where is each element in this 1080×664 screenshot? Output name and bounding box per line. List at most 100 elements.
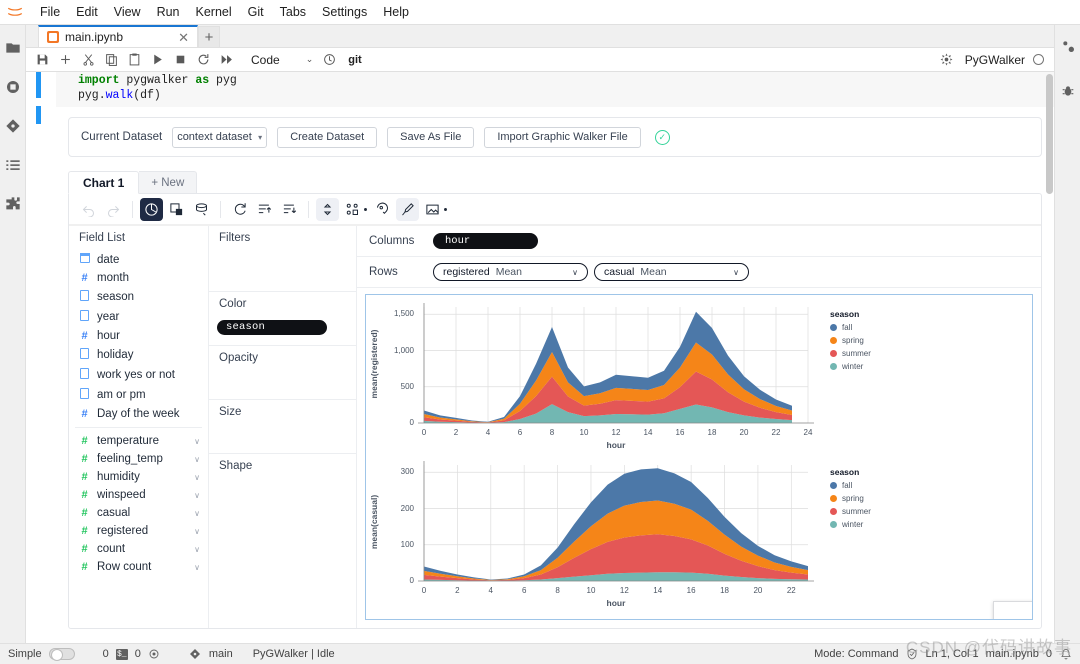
history-icon[interactable] xyxy=(319,50,340,70)
insert-cell-icon[interactable] xyxy=(55,50,76,70)
chevron-down-icon[interactable]: ∨ xyxy=(572,268,578,277)
chevron-down-icon[interactable]: ∨ xyxy=(194,527,200,536)
run-icon[interactable] xyxy=(147,50,168,70)
tab-chart-1[interactable]: Chart 1 xyxy=(68,171,140,194)
menu-kernel[interactable]: Kernel xyxy=(188,3,240,21)
chevron-down-icon[interactable]: ∨ xyxy=(194,563,200,572)
dataset-select[interactable]: context dataset ▾ xyxy=(172,126,268,148)
kernel-status-text[interactable]: PyGWalker | Idle xyxy=(253,648,335,660)
legend-item-winter[interactable]: winter xyxy=(830,520,863,529)
chevron-down-icon[interactable]: ∨ xyxy=(194,545,200,554)
cell-type-select[interactable]: Code ⌄ xyxy=(247,53,317,67)
notebook-scroll-area[interactable]: [2]: import pygwalker as pyg pyg.walk(df… xyxy=(26,72,1054,643)
debugger-icon[interactable] xyxy=(1059,82,1077,100)
git-toolbar-label[interactable]: git xyxy=(344,54,365,66)
close-icon[interactable]: ✕ xyxy=(176,31,191,44)
chart-mode-icon[interactable] xyxy=(140,197,163,221)
save-as-file-button[interactable]: Save As File xyxy=(387,126,475,148)
table-of-contents-icon[interactable] xyxy=(4,156,22,174)
trusted-notebook-icon[interactable] xyxy=(905,648,918,661)
rows-shelf[interactable]: Rows registered Mean ∨ casual Mean ∨ xyxy=(357,257,1041,288)
menu-help[interactable]: Help xyxy=(375,3,417,21)
size-dropzone[interactable] xyxy=(209,423,356,453)
file-browser-icon[interactable] xyxy=(4,39,22,57)
field-casual[interactable]: # casual ∨ xyxy=(69,504,208,522)
field-row-count[interactable]: # Row count ∨ xyxy=(69,558,208,576)
scatter-layout-icon[interactable] xyxy=(341,198,364,221)
resize-mode-icon[interactable] xyxy=(316,197,339,221)
tab-main-ipynb[interactable]: main.ipynb ✕ xyxy=(38,25,198,47)
kernel-status-icon[interactable] xyxy=(1033,54,1044,65)
menu-git[interactable]: Git xyxy=(240,3,272,21)
field-season[interactable]: season xyxy=(69,287,208,307)
menu-file[interactable]: File xyxy=(32,3,68,21)
menu-tabs[interactable]: Tabs xyxy=(272,3,314,21)
git-branch-icon[interactable] xyxy=(189,648,202,661)
restart-kernel-icon[interactable] xyxy=(193,50,214,70)
menu-view[interactable]: View xyxy=(106,3,149,21)
paste-icon[interactable] xyxy=(124,50,145,70)
bell-icon[interactable] xyxy=(1059,648,1072,661)
field-temperature[interactable]: # temperature ∨ xyxy=(69,432,208,450)
cut-icon[interactable] xyxy=(78,50,99,70)
field-registered[interactable]: # registered ∨ xyxy=(69,522,208,540)
paint-brush-icon[interactable] xyxy=(396,197,419,221)
redo-icon[interactable] xyxy=(102,198,125,221)
chevron-down-icon[interactable]: ∨ xyxy=(733,268,739,277)
stop-icon[interactable] xyxy=(170,50,191,70)
kernel-sessions-icon[interactable] xyxy=(148,648,161,661)
new-chart-button[interactable]: + New xyxy=(139,171,198,194)
chart-casual[interactable]: 0 100 200 300 0 2 4 6 8 10 12 14 16 18 20 22 mean(casual… xyxy=(366,455,926,617)
git-icon[interactable] xyxy=(4,117,22,135)
menu-run[interactable]: Run xyxy=(149,3,188,21)
field-hour[interactable]: # hour xyxy=(69,327,208,345)
legend-item-winter[interactable]: winter xyxy=(830,362,863,371)
columns-shelf[interactable]: Columns hour xyxy=(357,226,1041,257)
code-cell[interactable]: [2]: import pygwalker as pyg pyg.walk(df… xyxy=(56,72,1054,107)
chevron-down-icon[interactable]: ∨ xyxy=(194,437,200,446)
chevron-down-icon[interactable]: ∨ xyxy=(194,509,200,518)
field-day-of-the-week[interactable]: # Day of the week xyxy=(69,405,208,423)
legend-item-summer[interactable]: summer xyxy=(830,349,871,358)
columns-field-pill[interactable]: hour xyxy=(433,233,538,249)
save-icon[interactable] xyxy=(32,50,53,70)
field-count[interactable]: # count ∨ xyxy=(69,540,208,558)
layout-settings-group[interactable] xyxy=(341,198,369,221)
data-view-icon[interactable] xyxy=(165,198,188,221)
color-field-pill[interactable]: season xyxy=(217,319,327,335)
chevron-down-icon[interactable]: ∨ xyxy=(194,473,200,482)
extension-manager-icon[interactable] xyxy=(4,195,22,213)
filters-dropzone[interactable] xyxy=(209,249,356,291)
legend-item-spring[interactable]: spring xyxy=(830,336,864,345)
chevron-down-icon[interactable]: ∨ xyxy=(194,455,200,464)
opacity-dropzone[interactable] xyxy=(209,369,356,399)
running-terminals-icon[interactable] xyxy=(4,78,22,96)
git-branch-name[interactable]: main xyxy=(209,648,233,660)
field-month[interactable]: # month xyxy=(69,269,208,287)
simple-mode-toggle[interactable] xyxy=(48,648,75,661)
rows-field-pill-registered[interactable]: registered Mean ∨ xyxy=(433,263,588,281)
terminal-icon[interactable]: $_ xyxy=(115,648,128,660)
chart-viewport[interactable]: 0 500 1,000 1,500 0 2 4 6 8 10 12 14 16 18 20 22 24 mean(… xyxy=(365,294,1033,620)
vertical-scrollbar[interactable] xyxy=(1046,74,1053,194)
export-image-group[interactable] xyxy=(421,198,449,221)
gear-icon[interactable] xyxy=(442,202,449,211)
gear-icon[interactable] xyxy=(362,202,369,211)
field-feeling-temp[interactable]: # feeling_temp ∨ xyxy=(69,450,208,468)
legend-item-fall[interactable]: fall xyxy=(830,323,852,332)
sort-ascending-icon[interactable] xyxy=(253,198,276,221)
shape-dropzone[interactable] xyxy=(209,477,356,507)
field-date[interactable]: date xyxy=(69,250,208,269)
create-dataset-button[interactable]: Create Dataset xyxy=(277,126,378,148)
legend-item-summer[interactable]: summer xyxy=(830,507,871,516)
restart-and-run-all-icon[interactable] xyxy=(216,50,237,70)
rows-field-pill-casual[interactable]: casual Mean ∨ xyxy=(594,263,749,281)
field-year[interactable]: year xyxy=(69,307,208,327)
property-inspector-icon[interactable] xyxy=(1059,37,1077,55)
field-work-yes-or-not[interactable]: work yes or not xyxy=(69,365,208,385)
field-winspeed[interactable]: # winspeed ∨ xyxy=(69,486,208,504)
cursor-position[interactable]: Ln 1, Col 1 xyxy=(925,648,978,660)
kernel-settings-icon[interactable] xyxy=(936,50,957,70)
color-dropzone[interactable]: season xyxy=(209,315,356,345)
field-holiday[interactable]: holiday xyxy=(69,345,208,365)
